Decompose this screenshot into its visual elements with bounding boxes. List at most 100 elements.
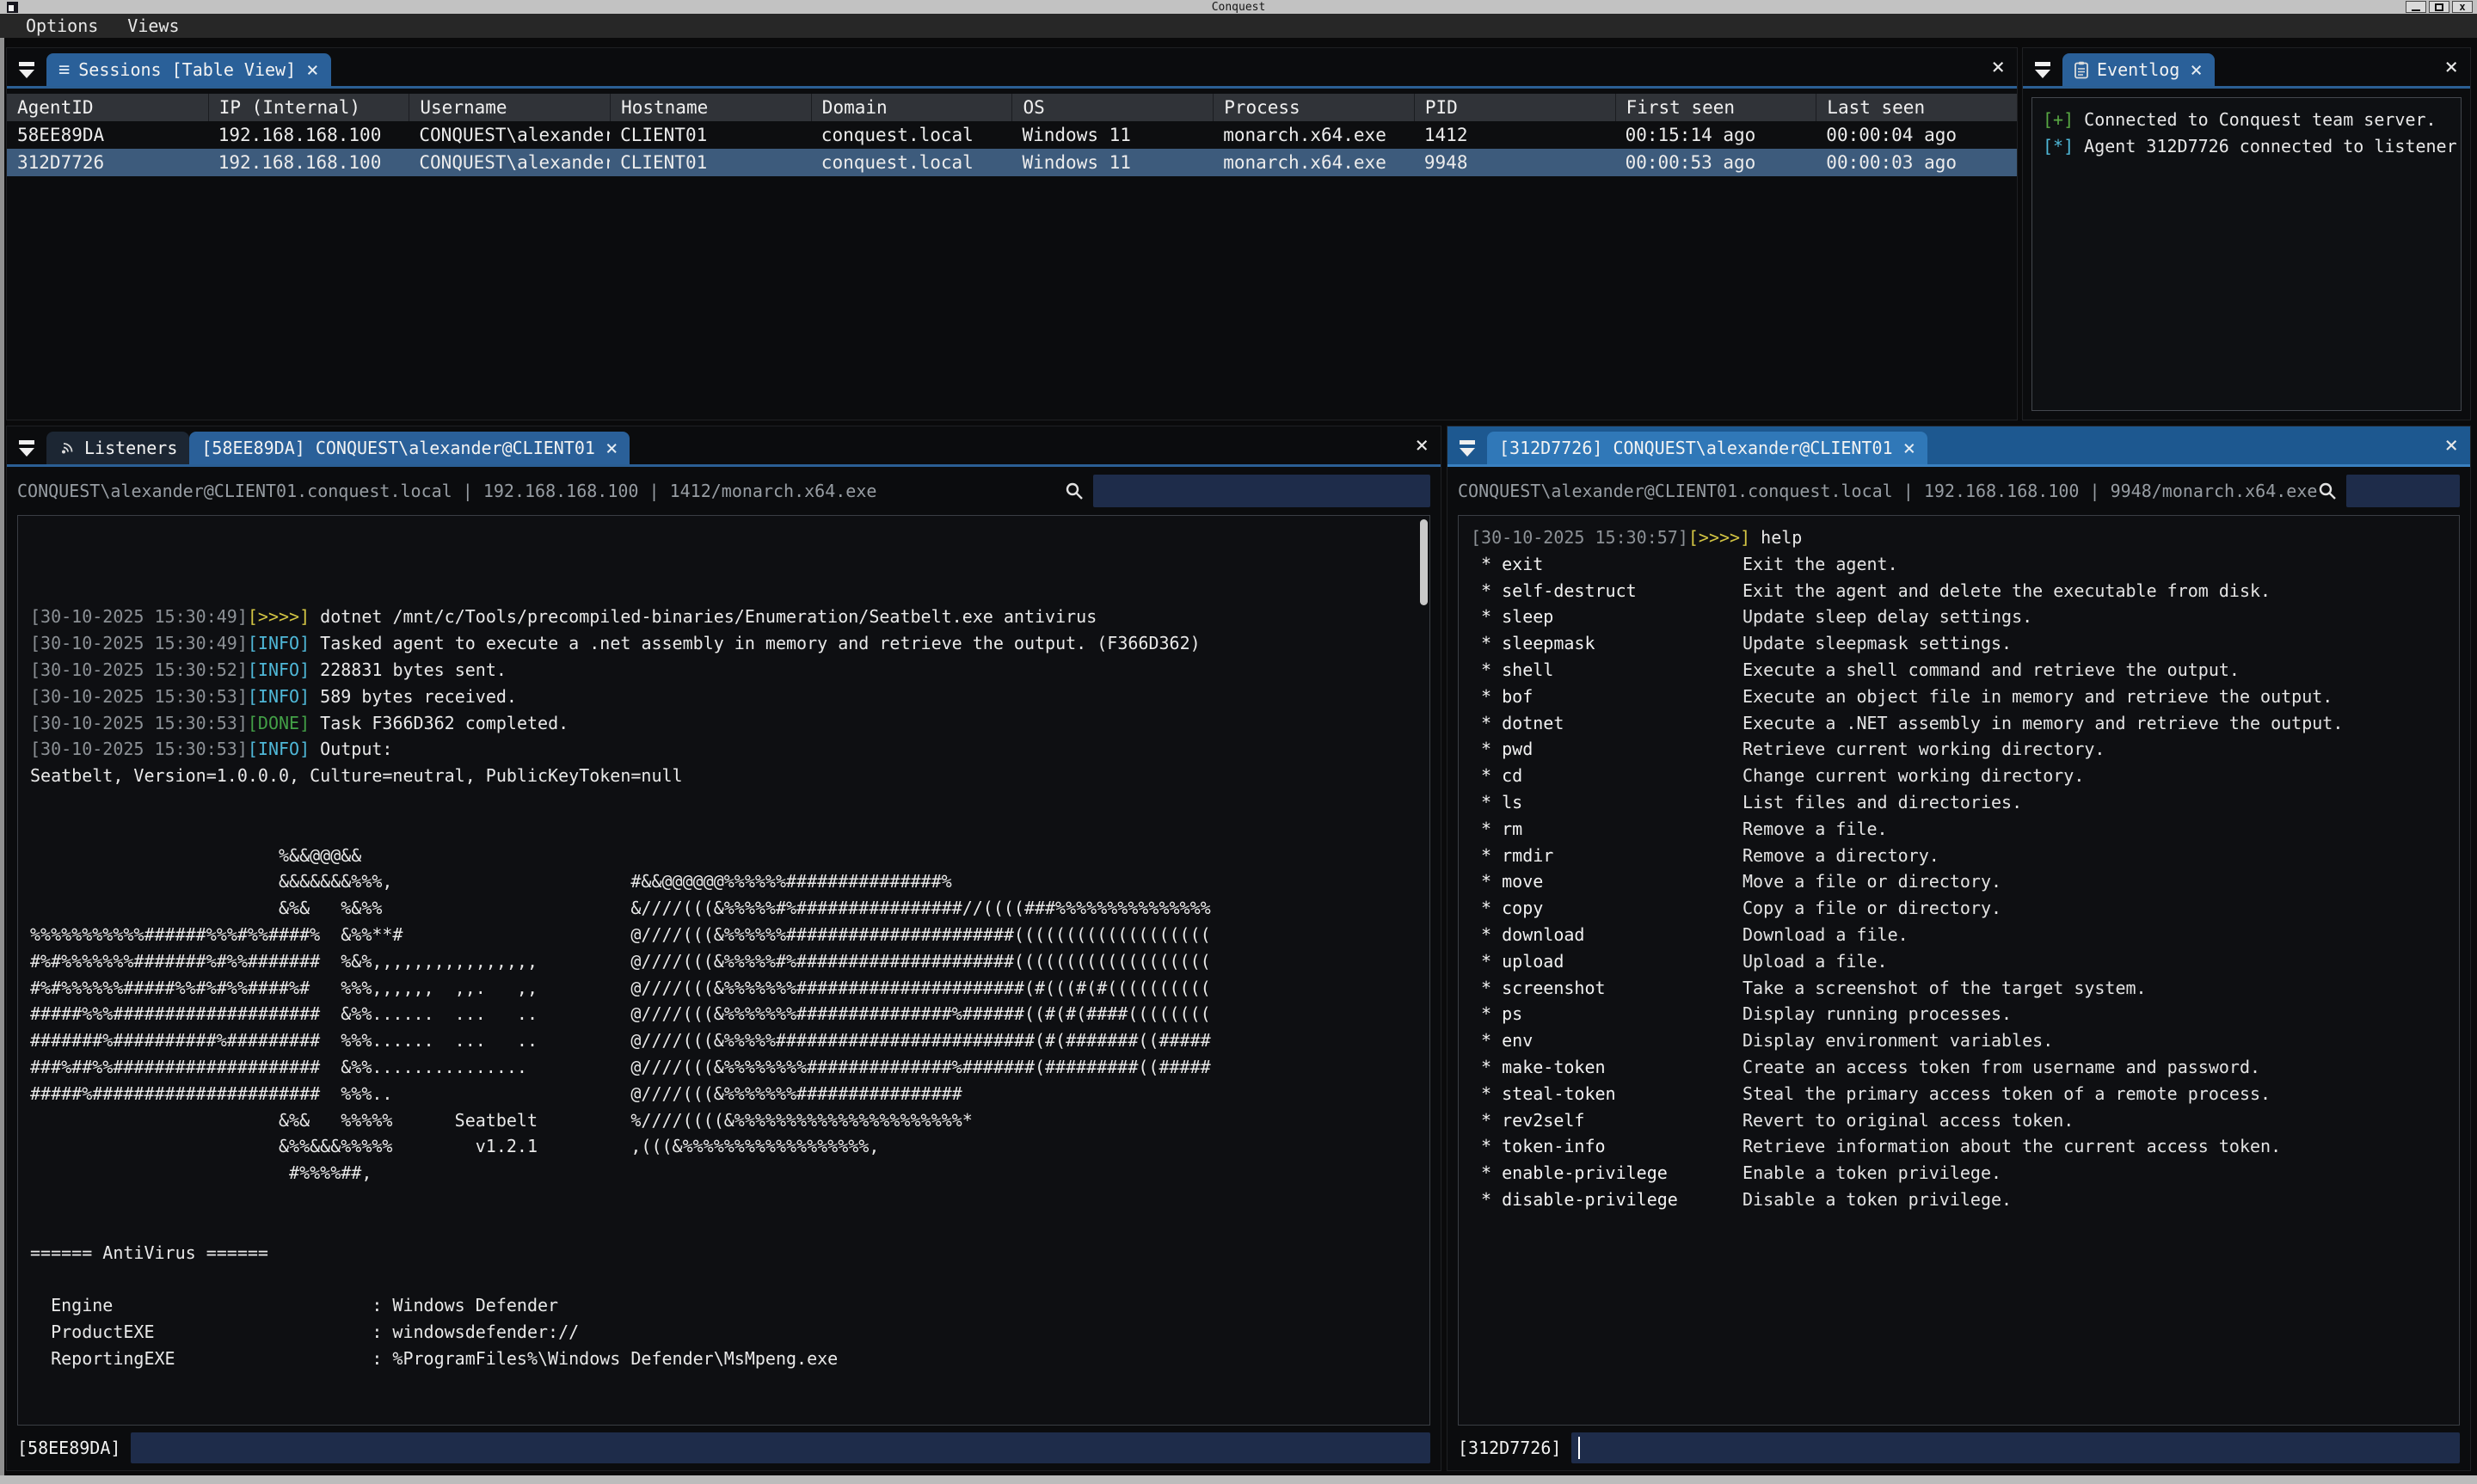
command-input[interactable] [1571,1432,2460,1463]
menu-item-views[interactable]: Views [127,15,179,36]
terminal-line: [30-10-2025 15:30:52][INFO] 228831 bytes… [30,657,1429,684]
antenna-icon [58,439,76,457]
command-name: * self-destruct [1471,578,1743,604]
terminal-line: [30-10-2025 15:30:57][>>>>] help [1471,524,2459,551]
cell: 00:15:14 ago [1615,121,1816,149]
menu-bar: Options Views [0,14,2477,38]
search-input[interactable] [2346,475,2460,507]
agent-312D7726-panel: [312D7726] CONQUEST\alexander@CLIENT01 ×… [1447,426,2470,1470]
app-icon [7,2,18,13]
cell: Windows 11 [1011,149,1213,176]
terminal-line: Seatbelt, Version=1.0.0.0, Culture=neutr… [30,763,1429,789]
maximize-button[interactable] [2429,1,2449,13]
column-header-pid[interactable]: PID [1414,94,1615,121]
panel-close-button[interactable]: × [1979,54,2017,80]
command-name: * pwd [1471,736,1743,763]
scrollbar-thumb[interactable] [1420,519,1428,605]
command-name: * rm [1471,816,1743,843]
command-name: * env [1471,1027,1743,1054]
tab-sessions-table-view[interactable]: ≡ Sessions [Table View] × [46,53,331,86]
search-input[interactable] [1093,475,1430,507]
help-row-bof: * bofExecute an object file in memory an… [1471,684,2459,710]
terminal-blank-line [30,816,1429,843]
collapse-bar-icon [1460,440,1475,445]
column-header-username[interactable]: Username [409,94,610,121]
column-header-ip-internal[interactable]: IP (Internal) [208,94,409,121]
tab-agent-58EE89DA[interactable]: [58EE89DA] CONQUEST\alexander@CLIENT01 × [189,432,630,464]
panel-collapse-button[interactable] [1447,432,1487,464]
collapse-bar-icon [19,62,34,66]
column-header-domain[interactable]: Domain [811,94,1012,121]
terminal-blank-line [30,1187,1429,1213]
command-description: Enable a token privilege. [1743,1160,2001,1187]
command-name: * upload [1471,948,1743,975]
help-row-rmdir: * rmdirRemove a directory. [1471,843,2459,869]
close-icon[interactable]: × [1903,436,1915,460]
tab-eventlog[interactable]: Eventlog × [2062,53,2215,86]
terminal-blank-line [30,1398,1429,1425]
command-name: * token-info [1471,1133,1743,1160]
list-icon: ≡ [58,59,70,81]
minimize-button[interactable] [2406,1,2426,13]
column-header-agentid[interactable]: AgentID [7,94,208,121]
session-row-312D7726[interactable]: 312D7726192.168.168.100CONQUEST\alexande… [7,149,2017,176]
panel-close-button[interactable]: × [2432,432,2470,458]
panel-collapse-button[interactable] [2023,53,2062,86]
right-terminal-tabbar: [312D7726] CONQUEST\alexander@CLIENT01 ×… [1447,426,2470,464]
panel-collapse-button[interactable] [7,53,46,86]
cell: 192.168.168.100 [208,121,409,149]
app-window: Conquest x OptionsViews ≡ Sessions [Tabl… [0,0,2477,1484]
panel-close-button[interactable]: × [2432,54,2470,80]
command-description: Execute a .NET assembly in memory and re… [1743,710,2343,737]
close-icon[interactable]: × [605,436,618,460]
command-description: Download a file. [1743,922,1908,948]
cell: monarch.x64.exe [1213,149,1414,176]
accent-divider [7,86,2017,89]
terminal-line: [30-10-2025 15:30:53][INFO] Output: [30,736,1429,763]
tab-listeners[interactable]: Listeners [46,432,189,464]
command-description: Remove a directory. [1743,843,1939,869]
sessions-panel: ≡ Sessions [Table View] × × AgentIDIP (I… [7,48,2017,420]
close-icon[interactable]: × [2190,58,2202,82]
agent-meta-row: CONQUEST\alexander@CLIENT01.conquest.loc… [1447,467,2470,515]
seatbelt-ascii-banner: %&&@@@&& &&&&&&&%%%, #&&@@@@@@%%%%%%####… [30,843,1429,1187]
cell: conquest.local [811,121,1012,149]
chevron-down-icon [19,448,34,457]
command-name: * ls [1471,789,1743,816]
terminal-output: [30-10-2025 15:30:57][>>>>] help * exitE… [1458,515,2460,1426]
prompt-label: [58EE89DA] [17,1438,120,1458]
agent-meta-text: CONQUEST\alexander@CLIENT01.conquest.loc… [17,481,876,501]
prompt-label: [312D7726] [1458,1438,1561,1458]
command-input[interactable] [131,1432,1430,1463]
collapse-bar-icon [2035,62,2050,66]
help-row-rev2self: * rev2selfRevert to original access toke… [1471,1107,2459,1134]
close-icon[interactable]: × [306,58,318,82]
column-header-last-seen[interactable]: Last seen [1816,94,2017,121]
tab-agent-312D7726[interactable]: [312D7726] CONQUEST\alexander@CLIENT01 × [1487,432,1927,464]
tab-label: Sessions [Table View] [78,59,296,80]
panel-close-button[interactable]: × [1403,432,1441,458]
panel-collapse-button[interactable] [7,432,46,464]
help-row-env: * envDisplay environment variables. [1471,1027,2459,1054]
close-button[interactable]: x [2452,1,2473,13]
left-prompt-row: [58EE89DA] [7,1426,1441,1470]
session-row-58EE89DA[interactable]: 58EE89DA192.168.168.100CONQUEST\alexande… [7,121,2017,149]
command-description: Remove a file. [1743,816,1888,843]
command-description: Disable a token privilege. [1743,1187,2012,1213]
cell: 9948 [1414,149,1615,176]
command-name: * copy [1471,895,1743,922]
column-header-process[interactable]: Process [1213,94,1414,121]
command-description: Display running processes. [1743,1001,2012,1027]
column-header-hostname[interactable]: Hostname [610,94,811,121]
cell: monarch.x64.exe [1213,121,1414,149]
column-header-first-seen[interactable]: First seen [1615,94,1816,121]
command-name: * download [1471,922,1743,948]
sessions-table: 58EE89DA192.168.168.100CONQUEST\alexande… [7,121,2017,176]
menu-item-options[interactable]: Options [26,15,98,36]
command-name: * ps [1471,1001,1743,1027]
tab-label: Eventlog [2097,59,2179,80]
help-row-dotnet: * dotnetExecute a .NET assembly in memor… [1471,710,2459,737]
clipboard-icon [2074,61,2088,79]
column-header-os[interactable]: OS [1011,94,1213,121]
help-row-ls: * lsList files and directories. [1471,789,2459,816]
